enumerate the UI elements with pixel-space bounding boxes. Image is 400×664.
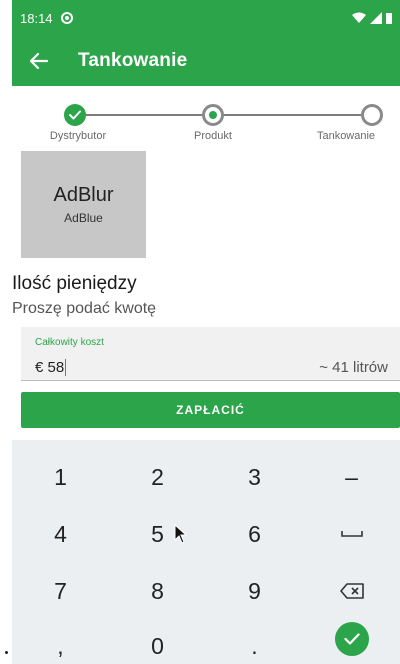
numeric-keypad: 1 2 3 – 4 5 6 ␣ 7 8 9 ⌫ , 0 . ✓ xyxy=(12,440,400,664)
step-done-check-icon xyxy=(64,104,86,126)
key-4[interactable]: 4 xyxy=(12,509,109,559)
total-cost-value: € 58 xyxy=(35,359,67,376)
key-0[interactable]: 0 xyxy=(109,621,206,664)
total-cost-label: Całkowity koszt xyxy=(35,337,104,348)
status-icons xyxy=(352,12,392,24)
backspace-icon xyxy=(339,583,364,599)
currency-symbol: € xyxy=(35,359,44,376)
page-title: Tankowanie xyxy=(78,50,188,71)
stepper: Dystrybutor Produkt Tankowanie xyxy=(12,96,400,148)
key-8[interactable]: 8 xyxy=(109,566,206,616)
key-minus[interactable]: – xyxy=(303,452,400,502)
key-space[interactable]: ␣ xyxy=(303,509,400,559)
liters-estimate: ~ 41 litrów xyxy=(319,359,388,376)
space-bar-icon xyxy=(340,531,363,537)
back-arrow-icon[interactable] xyxy=(12,36,66,86)
mouse-pointer-icon xyxy=(174,524,188,544)
key-3[interactable]: 3 xyxy=(206,452,303,502)
key-9[interactable]: 9 xyxy=(206,566,303,616)
key-6[interactable]: 6 xyxy=(206,509,303,559)
status-bar: 18:14 xyxy=(12,0,400,36)
key-comma[interactable]: , xyxy=(12,621,109,664)
product-tile-adblue[interactable]: AdBlur AdBlue xyxy=(21,151,146,258)
step-connector xyxy=(223,114,361,116)
key-backspace[interactable]: ⌫ xyxy=(303,566,400,616)
signal-icon xyxy=(370,12,382,24)
key-7[interactable]: 7 xyxy=(12,566,109,616)
wifi-icon xyxy=(352,12,366,23)
key-2[interactable]: 2 xyxy=(109,452,206,502)
amount-heading: Ilość pieniędzy xyxy=(12,273,137,294)
amount-subheading: Proszę podać kwotę xyxy=(12,300,157,317)
key-period[interactable]: . xyxy=(206,621,303,664)
pay-button[interactable]: ZAPŁACIĆ xyxy=(21,392,400,428)
product-subtitle: AdBlue xyxy=(64,211,103,225)
enter-check-icon xyxy=(334,622,369,656)
app-bar: Tankowanie xyxy=(12,36,400,86)
stray-dot xyxy=(5,651,8,654)
notification-icon xyxy=(60,12,73,24)
step-label-produkt: Produkt xyxy=(194,130,232,142)
total-cost-input[interactable]: Całkowity koszt € 58 ~ 41 litrów xyxy=(21,327,400,381)
step-todo-icon xyxy=(361,104,383,126)
cost-amount: 58 xyxy=(47,359,65,376)
step-label-dystrybutor: Dystrybutor xyxy=(49,130,107,142)
step-connector xyxy=(85,114,203,116)
key-5[interactable]: 5 xyxy=(109,509,206,559)
step-active-icon xyxy=(202,104,224,126)
step-label-tankowanie: Tankowanie xyxy=(316,130,376,142)
status-time: 18:14 xyxy=(20,10,53,26)
key-1[interactable]: 1 xyxy=(12,452,109,502)
product-name: AdBlur xyxy=(53,184,114,206)
text-caret xyxy=(65,359,67,376)
battery-icon xyxy=(386,13,392,24)
screen: 18:14 Tankowanie Dystrybutor Produkt Tan… xyxy=(0,0,400,664)
key-enter[interactable]: ✓ xyxy=(303,614,400,664)
